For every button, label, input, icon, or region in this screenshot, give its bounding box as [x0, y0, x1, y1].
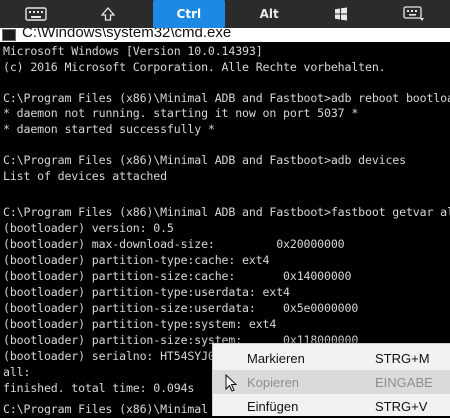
menu-item-label: Markieren — [247, 351, 305, 366]
keyboard-toolbar: Ctrl Alt — [0, 0, 450, 28]
console-line: C:\Program Files (x86)\Minimal ADB and F… — [3, 90, 450, 105]
console-line: C:\Program Files (x86)\Minimal ADB and F… — [3, 205, 450, 219]
menu-item-shortcut: EINGABE — [375, 375, 433, 390]
console-line: (bootloader) serialno: HT54SYJ03 — [3, 349, 222, 363]
keyboard-layout-button[interactable] — [378, 0, 450, 28]
console-line: (bootloader) partition-type:cache: ext4 — [3, 253, 270, 267]
alt-key[interactable]: Alt — [233, 0, 305, 28]
console-line: List of devices attached — [3, 168, 167, 183]
mouse-pointer-icon — [225, 373, 238, 395]
ctrl-key[interactable]: Ctrl — [152, 0, 225, 28]
window-title: C:\Windows\system32\cmd.exe — [22, 28, 232, 41]
window-titlebar[interactable]: C:\Windows\system32\cmd.exe — [0, 28, 450, 42]
console-line: (bootloader) partition-type:userdata: ex… — [3, 285, 290, 299]
console-line: (bootloader) partition-size:cache: 0x140… — [3, 269, 352, 283]
console-line: (bootloader) partition-type:system: ext4 — [3, 317, 277, 331]
menu-item-label: Kopieren — [247, 375, 300, 390]
menu-item-shortcut: STRG+M — [375, 351, 430, 366]
console-line: finished. total time: 0.094s — [3, 381, 195, 395]
menu-item-einfuegen[interactable]: Einfügen STRG+V — [213, 394, 450, 418]
context-menu: Markieren STRG+M Kopieren EINGABE Einfüg… — [212, 343, 450, 416]
console-line: (c) 2016 Microsoft Corporation. Alle Rec… — [3, 59, 386, 74]
shift-key[interactable] — [72, 0, 144, 28]
console-line: C:\Program Files (x86)\Minimal ADB and F… — [3, 153, 406, 168]
shift-arrow-icon — [101, 7, 116, 21]
console-line: (bootloader) version: 0.5 — [3, 221, 174, 235]
console-line: (bootloader) partition-size:userdata: 0x… — [3, 301, 359, 315]
menu-item-markieren[interactable]: Markieren STRG+M — [213, 346, 450, 370]
console-line: * daemon started successfully * — [3, 122, 215, 136]
menu-item-shortcut: STRG+V — [375, 399, 428, 414]
console-line: C:\Program Files (x86)\Minimal — [3, 402, 208, 415]
keyboard-toggle-button[interactable] — [0, 0, 72, 28]
console-line: (bootloader) max-download-size: 0x200000… — [3, 237, 345, 251]
menu-item-label: Einfügen — [247, 399, 299, 414]
cmd-app-icon — [2, 29, 16, 41]
windows-logo-icon — [335, 7, 348, 21]
keyboard-settings-icon — [403, 6, 424, 21]
windows-key[interactable] — [305, 0, 377, 28]
keyboard-icon — [25, 7, 47, 21]
menu-item-kopieren[interactable]: Kopieren EINGABE — [213, 370, 450, 394]
console-line: all: — [3, 365, 31, 379]
console-line: * daemon not running. starting it now on… — [3, 106, 359, 121]
console-line: Microsoft Windows [Version 10.0.14393] — [3, 44, 263, 58]
